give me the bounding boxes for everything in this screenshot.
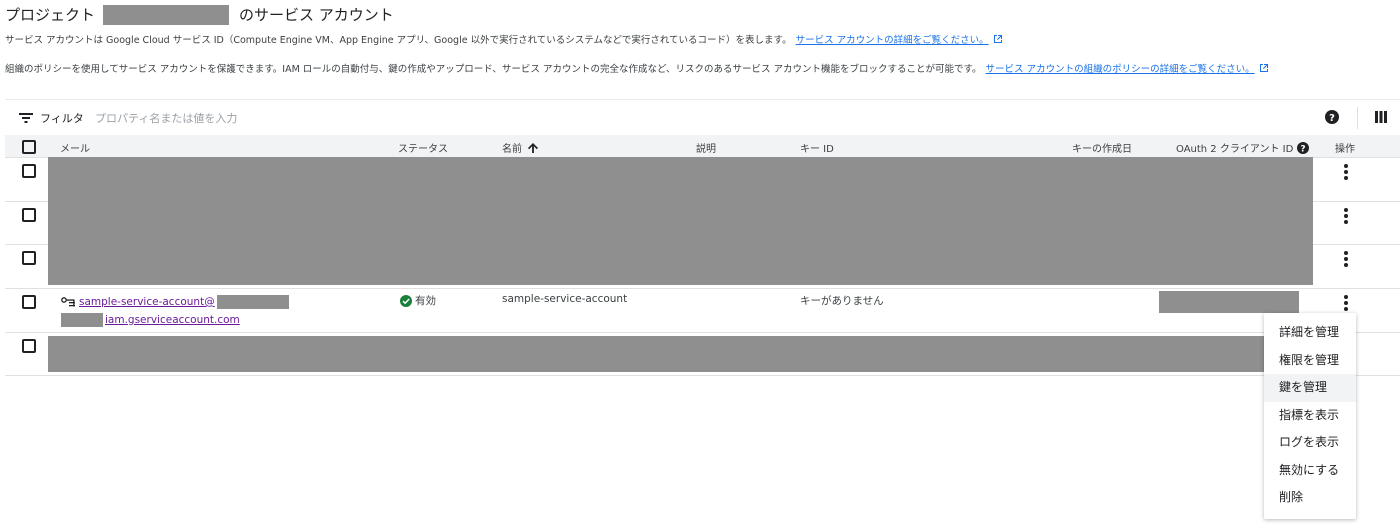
menu-item-manage-permissions[interactable]: 権限を管理 <box>1264 347 1356 375</box>
page-title-suffix: のサービス アカウント <box>239 6 394 24</box>
email-link[interactable]: sample-service-account@ <box>79 293 215 311</box>
menu-item-disable[interactable]: 無効にする <box>1264 457 1356 485</box>
email-link-domain[interactable]: iam.gserviceaccount.com <box>105 311 240 329</box>
description-text: サービス アカウントは Google Cloud サービス ID（Compute… <box>5 35 792 46</box>
sort-arrow-up-icon[interactable] <box>527 142 539 154</box>
menu-item-view-metrics[interactable]: 指標を表示 <box>1264 402 1356 430</box>
help-icon[interactable]: ? <box>1325 110 1339 124</box>
column-email[interactable]: メール <box>60 140 90 155</box>
column-actions: 操作 <box>1335 144 1355 155</box>
name-cell: sample-service-account <box>502 293 628 305</box>
row-checkbox[interactable] <box>22 164 36 178</box>
description-line: サービス アカウントは Google Cloud サービス ID（Compute… <box>5 32 1003 46</box>
column-description[interactable]: 説明 <box>696 140 716 155</box>
status-cell: 有効 <box>400 293 436 308</box>
svg-text:?: ? <box>1301 144 1306 154</box>
row-checkbox[interactable] <box>22 208 36 222</box>
more-vert-icon[interactable] <box>1344 295 1348 311</box>
filter-input[interactable] <box>93 107 397 129</box>
service-account-docs-link[interactable]: サービス アカウントの詳細をご覧ください。 <box>796 32 989 46</box>
menu-item-view-logs[interactable]: ログを表示 <box>1264 429 1356 457</box>
row-checkbox[interactable] <box>22 339 36 353</box>
email-redaction <box>216 295 289 309</box>
project-name-redaction <box>103 5 230 25</box>
columns-icon[interactable] <box>1375 111 1387 123</box>
column-oauth-label: OAuth 2 クライアント ID <box>1176 144 1294 155</box>
filter-bar: フィルタ ? <box>5 99 1400 135</box>
policy-text: 組織のポリシーを使用してサービス アカウントを保護できます。IAM ロールの自動… <box>5 64 982 75</box>
external-link-icon[interactable] <box>1259 63 1269 73</box>
column-key-id[interactable]: キー ID <box>800 140 834 155</box>
key-id-cell: キーがありません <box>800 295 884 307</box>
external-link-icon[interactable] <box>993 34 1003 44</box>
column-oauth-client-id[interactable]: OAuth 2 クライアント ID ? <box>1176 140 1310 155</box>
more-vert-icon[interactable] <box>1344 164 1348 180</box>
table-header: メール ステータス 名前 説明 キー ID キーの作成日 OAuth 2 クライ… <box>5 135 1400 158</box>
menu-item-manage-keys[interactable]: 鍵を管理 <box>1264 374 1356 402</box>
menu-item-manage-details[interactable]: 詳細を管理 <box>1264 319 1356 347</box>
filter-icon[interactable] <box>19 112 33 124</box>
help-icon[interactable]: ? <box>1297 141 1310 154</box>
redacted-rows <box>48 157 1313 285</box>
page-title: プロジェクト のサービス アカウント <box>5 4 394 26</box>
column-status[interactable]: ステータス <box>398 140 448 155</box>
oauth-client-id-redaction <box>1159 291 1299 313</box>
org-policy-docs-link[interactable]: サービス アカウントの組織のポリシーの詳細をご覧ください。 <box>986 61 1255 75</box>
redacted-row <box>48 336 1313 372</box>
table-row <box>5 333 1400 376</box>
more-vert-icon[interactable] <box>1344 251 1348 267</box>
table-row: sample-service-account@ iam.gserviceacco… <box>5 289 1400 333</box>
menu-item-delete[interactable]: 削除 <box>1264 484 1356 512</box>
toolbar-divider <box>1357 107 1358 129</box>
check-circle-icon <box>400 294 412 307</box>
svg-text:?: ? <box>1329 113 1335 124</box>
column-key-created[interactable]: キーの作成日 <box>1072 140 1132 155</box>
email-cell: sample-service-account@ iam.gserviceacco… <box>61 293 289 329</box>
select-all-checkbox[interactable] <box>22 140 36 154</box>
page-title-prefix: プロジェクト <box>5 6 96 24</box>
more-vert-icon[interactable] <box>1344 208 1348 224</box>
policy-line: 組織のポリシーを使用してサービス アカウントを保護できます。IAM ロールの自動… <box>5 61 1269 75</box>
service-account-key-icon <box>61 297 75 307</box>
column-name-label: 名前 <box>502 144 522 155</box>
row-checkbox[interactable] <box>22 251 36 265</box>
column-name[interactable]: 名前 <box>502 140 539 155</box>
actions-menu: 詳細を管理 権限を管理 鍵を管理 指標を表示 ログを表示 無効にする 削除 <box>1264 313 1356 519</box>
status-text: 有効 <box>415 295 436 307</box>
filter-label[interactable]: フィルタ <box>40 110 84 126</box>
row-checkbox[interactable] <box>22 295 36 309</box>
email-redaction <box>61 313 103 327</box>
